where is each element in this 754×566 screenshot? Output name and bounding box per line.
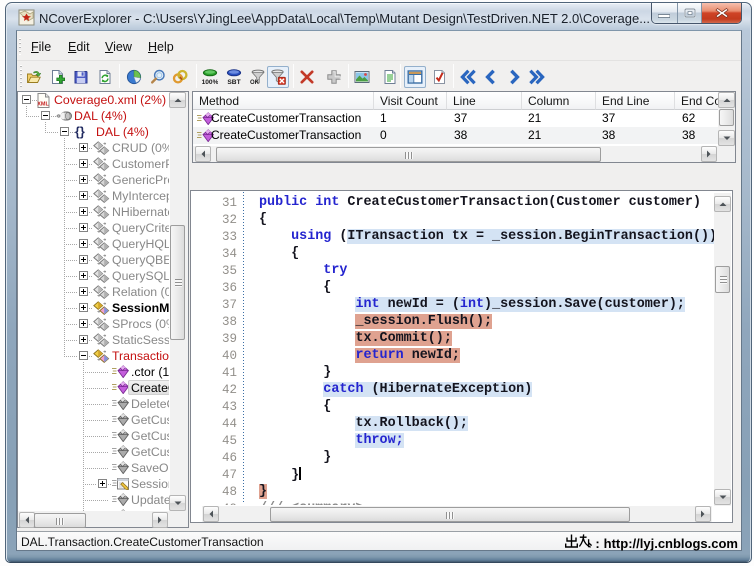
svg-text:100%: 100% <box>202 79 218 85</box>
svg-text:OK: OK <box>250 80 260 85</box>
svg-text:XML: XML <box>37 102 49 108</box>
svg-text:SBT: SBT <box>227 79 240 85</box>
